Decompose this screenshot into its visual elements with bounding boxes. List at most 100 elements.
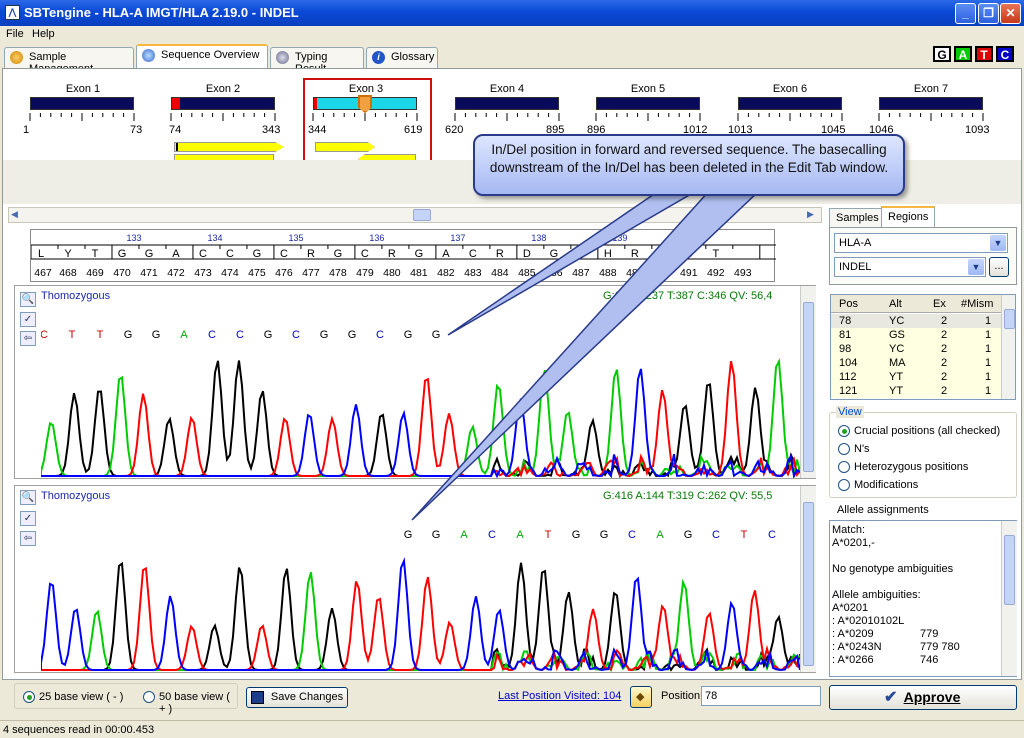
radio-modifications[interactable] bbox=[838, 479, 850, 491]
menu-file[interactable]: File bbox=[6, 28, 24, 40]
radio-heterozygous[interactable] bbox=[838, 461, 850, 473]
col-alt[interactable]: Alt bbox=[889, 298, 902, 310]
base-g-button[interactable]: G bbox=[933, 46, 951, 62]
tab-typing-result[interactable]: Typing Result bbox=[270, 47, 364, 75]
radio-ns[interactable] bbox=[838, 443, 850, 455]
sequence-base[interactable]: C bbox=[361, 248, 369, 260]
base-call[interactable]: G bbox=[572, 529, 581, 541]
radio-crucial[interactable] bbox=[838, 425, 850, 437]
base-call[interactable]: G bbox=[124, 329, 133, 341]
base-call[interactable]: G bbox=[152, 329, 161, 341]
sequence-base[interactable]: G bbox=[253, 248, 262, 260]
sequence-base[interactable]: T bbox=[92, 248, 99, 260]
tab-sequence-overview[interactable]: Sequence Overview bbox=[136, 44, 268, 68]
sequence-base[interactable]: A bbox=[172, 248, 180, 260]
col-mism[interactable]: #Mism bbox=[961, 298, 993, 310]
base-call[interactable]: C bbox=[768, 529, 776, 541]
base-a-button[interactable]: A bbox=[954, 46, 972, 62]
table-row[interactable]: 104 MA 2 1 bbox=[831, 356, 1001, 370]
check-icon[interactable]: ✓ bbox=[20, 511, 36, 526]
sequence-base[interactable]: C bbox=[280, 248, 288, 260]
base-call[interactable]: C bbox=[41, 329, 48, 341]
radio-50-base[interactable] bbox=[143, 691, 155, 703]
base-call[interactable]: C bbox=[208, 329, 216, 341]
base-call[interactable]: G bbox=[404, 529, 413, 541]
col-pos[interactable]: Pos bbox=[839, 298, 858, 310]
base-call[interactable]: C bbox=[292, 329, 300, 341]
base-call[interactable]: C bbox=[376, 329, 384, 341]
base-call[interactable]: G bbox=[684, 529, 693, 541]
chevron-down-icon[interactable]: ▼ bbox=[968, 259, 984, 275]
sequence-base[interactable]: G bbox=[145, 248, 154, 260]
scroll-right-icon[interactable]: ▶ bbox=[807, 209, 819, 221]
save-changes-button[interactable]: Save Changes bbox=[246, 687, 348, 708]
radio-25-base[interactable] bbox=[23, 691, 35, 703]
sequence-base[interactable]: R bbox=[388, 248, 396, 260]
tab-sample-management[interactable]: Sample Management bbox=[4, 47, 134, 75]
base-call[interactable]: G bbox=[600, 529, 609, 541]
view25-label[interactable]: 25 base view ( - ) bbox=[39, 691, 123, 703]
table-row[interactable]: 81 GS 2 1 bbox=[831, 328, 1001, 342]
base-call[interactable]: C bbox=[628, 529, 636, 541]
base-call[interactable]: G bbox=[348, 329, 357, 341]
sequence-base[interactable]: G bbox=[118, 248, 127, 260]
check-icon[interactable]: ✓ bbox=[20, 312, 36, 327]
base-call[interactable]: A bbox=[516, 529, 524, 541]
arrow-left-icon[interactable]: ⇦ bbox=[20, 331, 36, 346]
goto-position-button[interactable]: ◆ bbox=[630, 686, 652, 708]
minimize-button[interactable]: _ bbox=[955, 3, 976, 24]
approve-button[interactable]: ✔ Approve bbox=[829, 685, 1017, 710]
table-row[interactable]: 98 YC 2 1 bbox=[831, 342, 1001, 356]
base-call[interactable]: C bbox=[488, 529, 496, 541]
zoom-icon[interactable]: 🔍 bbox=[20, 490, 36, 505]
reverse-trace-scrollbar[interactable] bbox=[800, 486, 816, 672]
tab-samples[interactable]: Samples bbox=[829, 208, 886, 228]
col-ex[interactable]: Ex bbox=[933, 298, 946, 310]
view-option-label[interactable]: Modifications bbox=[854, 479, 918, 491]
locus-select[interactable]: HLA-A ▼ bbox=[834, 233, 1008, 253]
tab-regions[interactable]: Regions bbox=[881, 206, 936, 228]
browse-button[interactable]: ... bbox=[989, 257, 1009, 277]
base-call[interactable]: G bbox=[432, 529, 441, 541]
base-call[interactable]: A bbox=[180, 329, 188, 341]
sequence-base[interactable]: R bbox=[307, 248, 315, 260]
last-position-link[interactable]: Last Position Visited: 104 bbox=[498, 690, 621, 702]
base-call[interactable]: G bbox=[264, 329, 273, 341]
table-row[interactable]: 78 YC 2 1 bbox=[831, 314, 1001, 328]
forward-trace-scrollbar[interactable] bbox=[800, 286, 816, 478]
base-call[interactable]: T bbox=[69, 329, 76, 341]
sequence-base[interactable]: C bbox=[199, 248, 207, 260]
reverse-scroll-thumb[interactable] bbox=[803, 502, 814, 666]
allele-scroll-thumb[interactable] bbox=[1004, 535, 1015, 605]
grid-scrollbar[interactable] bbox=[1001, 295, 1015, 399]
sequence-base[interactable]: C bbox=[226, 248, 234, 260]
forward-scroll-thumb[interactable] bbox=[803, 302, 814, 472]
view-option-label[interactable]: N's bbox=[854, 443, 870, 455]
sequence-base[interactable]: Y bbox=[64, 248, 72, 260]
view50-label[interactable]: 50 base view ( + ) bbox=[159, 691, 237, 715]
arrow-left-icon[interactable]: ⇦ bbox=[20, 531, 36, 546]
zoom-icon[interactable]: 🔍 bbox=[20, 292, 36, 307]
scroll-left-icon[interactable]: ◀ bbox=[11, 209, 23, 221]
tab-glossary[interactable]: i Glossary bbox=[366, 47, 438, 68]
menu-help[interactable]: Help bbox=[32, 28, 55, 40]
view-option-label[interactable]: Crucial positions (all checked) bbox=[854, 425, 1000, 437]
chevron-down-icon[interactable]: ▼ bbox=[990, 235, 1006, 251]
sequence-base[interactable]: L bbox=[38, 248, 44, 260]
base-c-button[interactable]: C bbox=[996, 46, 1014, 62]
position-input[interactable]: 78 bbox=[701, 686, 821, 706]
sample-select[interactable]: INDEL ▼ bbox=[834, 257, 986, 277]
base-call[interactable]: G bbox=[320, 329, 329, 341]
allele-scrollbar[interactable] bbox=[1001, 521, 1017, 676]
base-call[interactable]: T bbox=[97, 329, 104, 341]
restore-button[interactable]: ❐ bbox=[978, 3, 999, 24]
base-call[interactable]: A bbox=[656, 529, 664, 541]
base-t-button[interactable]: T bbox=[975, 46, 993, 62]
view-option-label[interactable]: Heterozygous positions bbox=[854, 461, 968, 473]
table-row[interactable]: 121 YT 2 1 bbox=[831, 384, 1001, 398]
base-call[interactable]: C bbox=[712, 529, 720, 541]
base-call[interactable]: C bbox=[236, 329, 244, 341]
table-row[interactable]: 112 YT 2 1 bbox=[831, 370, 1001, 384]
base-call[interactable]: T bbox=[545, 529, 552, 541]
sequence-base[interactable]: G bbox=[334, 248, 343, 260]
